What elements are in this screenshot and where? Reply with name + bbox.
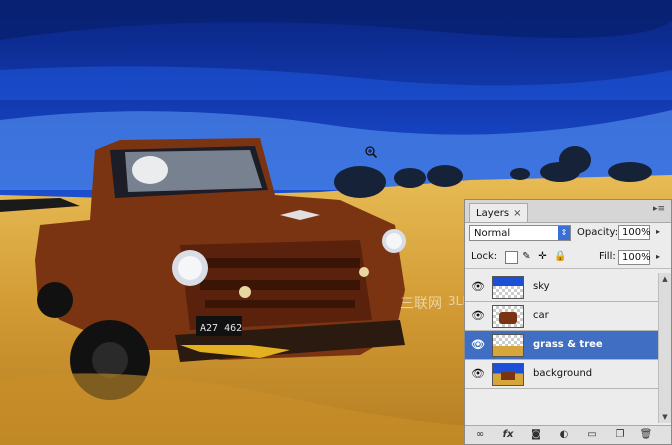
folder-icon[interactable]: ▭ [585,428,599,441]
layer-row-car[interactable]: 👁 car [465,302,659,331]
adjustment-icon[interactable]: ◐ [557,428,571,441]
layer-name: grass & tree [533,339,603,350]
sky-thumb-icon [492,276,524,299]
panel-menu-icon[interactable]: ▸≡ [653,204,665,214]
panel-tabbar: Layers × ▸≡ [465,200,671,223]
svg-text:A27 462: A27 462 [200,323,242,334]
scroll-up-icon[interactable]: ▲ [659,273,671,285]
layer-row-grass-tree[interactable]: 👁 grass & tree [465,331,659,360]
visibility-eye-icon[interactable]: 👁 [469,367,487,381]
tab-layers[interactable]: Layers × [469,203,529,222]
lock-position-icon[interactable]: ✛ [537,251,548,262]
zoom-cursor-icon [365,146,377,158]
lock-image-pixels-icon[interactable]: ✎ [521,251,532,262]
layer-row-background[interactable]: 👁 background [465,360,659,389]
lock-transparent-pixels-icon[interactable] [505,251,518,264]
svg-text:三联网: 三联网 [400,296,442,312]
layer-name: car [533,310,549,321]
trash-icon[interactable]: 🗑 [639,428,653,441]
fill-slider-icon[interactable]: ▸ [656,252,660,261]
layer-name: sky [533,281,550,292]
visibility-eye-icon[interactable]: 👁 [469,338,487,352]
scroll-down-icon[interactable]: ▼ [659,411,671,423]
fill-input[interactable]: 100% [618,250,651,265]
car-thumb-icon [492,305,524,328]
layers-list: 👁 sky 👁 car 👁 grass & tree 👁 background [465,273,659,423]
lock-label: Lock: [471,251,498,262]
background-thumb-icon [492,363,524,386]
blend-mode-value: Normal [474,227,511,239]
lock-all-icon[interactable]: 🔒 [554,251,566,262]
fill-label: Fill: [599,251,616,262]
tab-layers-label: Layers [476,207,510,219]
layer-name: background [533,368,593,379]
chevron-updown-icon: ⇕ [558,226,570,240]
mask-icon[interactable]: ◙ [529,428,543,441]
link-icon[interactable]: ∞ [473,428,487,441]
opacity-slider-icon[interactable]: ▸ [656,227,660,236]
layer-row-sky[interactable]: 👁 sky [465,273,659,302]
new-layer-icon[interactable]: ❐ [613,428,627,441]
fx-icon[interactable]: fx [501,428,515,441]
layers-panel: Layers × ▸≡ Normal ⇕ Opacity: 100% ▸ Loc… [464,199,672,445]
visibility-eye-icon[interactable]: 👁 [469,280,487,294]
close-icon[interactable]: × [513,208,521,219]
lock-row: Lock: ✎ ✛ 🔒 Fill: 100% ▸ [465,248,671,269]
blend-mode-select[interactable]: Normal ⇕ [469,225,571,241]
visibility-eye-icon[interactable]: 👁 [469,309,487,323]
panel-footer: ∞ fx ◙ ◐ ▭ ❐ 🗑 [465,425,671,444]
opacity-input[interactable]: 100% [618,225,651,240]
grass-thumb-icon [492,334,524,357]
opacity-label: Opacity: [577,227,619,238]
blend-row: Normal ⇕ Opacity: 100% ▸ [465,224,671,244]
layers-scrollbar[interactable]: ▲ ▼ [658,273,671,423]
